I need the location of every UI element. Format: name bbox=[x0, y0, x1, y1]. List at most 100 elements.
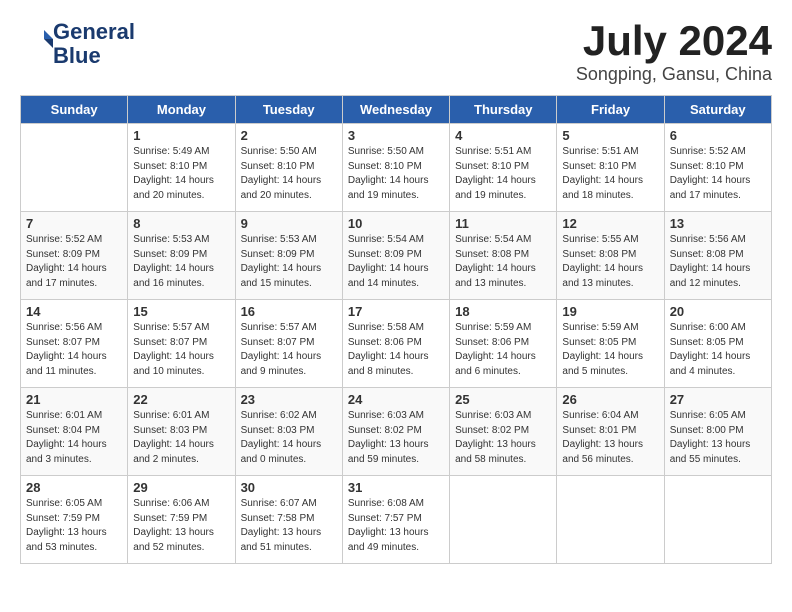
calendar-cell: 10 Sunrise: 5:54 AM Sunset: 8:09 PM Dayli… bbox=[342, 212, 449, 300]
calendar-cell: 3 Sunrise: 5:50 AM Sunset: 8:10 PM Daylig… bbox=[342, 124, 449, 212]
weekday-header-saturday: Saturday bbox=[664, 96, 771, 124]
day-info: Sunrise: 5:56 AM Sunset: 8:07 PM Dayligh… bbox=[26, 321, 122, 379]
day-number: 27 bbox=[670, 392, 766, 407]
day-number: 28 bbox=[26, 480, 122, 495]
day-info: Sunrise: 5:56 AM Sunset: 8:08 PM Dayligh… bbox=[670, 233, 766, 291]
calendar-cell: 26Sunrise: 6:04 AM Sunset: 8:01 PM Dayli… bbox=[557, 388, 664, 476]
day-info: Sunrise: 6:02 AM Sunset: 8:03 PM Dayligh… bbox=[241, 409, 337, 467]
logo-text: General Blue bbox=[53, 20, 135, 68]
day-info: Sunrise: 5:52 AM Sunset: 8:09 PM Dayligh… bbox=[26, 233, 122, 291]
calendar-cell: 30 Sunrise: 6:07 AM Sunset: 7:58 PM Dayli… bbox=[235, 476, 342, 564]
title-block: July 2024 Songping, Gansu, China bbox=[576, 20, 772, 85]
day-number: 19 bbox=[562, 304, 658, 319]
calendar-cell: 18 Sunrise: 5:59 AM Sunset: 8:06 PM Dayli… bbox=[450, 300, 557, 388]
day-number: 15 bbox=[133, 304, 229, 319]
day-number: 31 bbox=[348, 480, 444, 495]
calendar-cell: 5 Sunrise: 5:51 AM Sunset: 8:10 PM Daylig… bbox=[557, 124, 664, 212]
day-info: Sunrise: 6:08 AM Sunset: 7:57 PM Dayligh… bbox=[348, 497, 444, 555]
calendar-week-2: 7 Sunrise: 5:52 AM Sunset: 8:09 PM Daylig… bbox=[21, 212, 772, 300]
calendar-week-3: 14 Sunrise: 5:56 AM Sunset: 8:07 PM Dayli… bbox=[21, 300, 772, 388]
calendar-cell: 28 Sunrise: 6:05 AM Sunset: 7:59 PM Dayli… bbox=[21, 476, 128, 564]
weekday-header-friday: Friday bbox=[557, 96, 664, 124]
day-number: 29 bbox=[133, 480, 229, 495]
day-info: Sunrise: 6:01 AM Sunset: 8:04 PM Dayligh… bbox=[26, 409, 122, 467]
calendar-cell: 1 Sunrise: 5:49 AM Sunset: 8:10 PM Daylig… bbox=[128, 124, 235, 212]
day-info: Sunrise: 6:00 AM Sunset: 8:05 PM Dayligh… bbox=[670, 321, 766, 379]
day-number: 18 bbox=[455, 304, 551, 319]
calendar-cell: 19 Sunrise: 5:59 AM Sunset: 8:05 PM Dayli… bbox=[557, 300, 664, 388]
logo: General Blue bbox=[20, 20, 135, 68]
calendar-cell: 8 Sunrise: 5:53 AM Sunset: 8:09 PM Daylig… bbox=[128, 212, 235, 300]
calendar-cell: 22Sunrise: 6:01 AM Sunset: 8:03 PM Dayli… bbox=[128, 388, 235, 476]
day-info: Sunrise: 5:54 AM Sunset: 8:08 PM Dayligh… bbox=[455, 233, 551, 291]
calendar-cell: 17Sunrise: 5:58 AM Sunset: 8:06 PM Dayli… bbox=[342, 300, 449, 388]
location: Songping, Gansu, China bbox=[576, 64, 772, 85]
day-info: Sunrise: 5:50 AM Sunset: 8:10 PM Dayligh… bbox=[348, 145, 444, 203]
calendar-cell: 20 Sunrise: 6:00 AM Sunset: 8:05 PM Dayli… bbox=[664, 300, 771, 388]
calendar-cell: 7 Sunrise: 5:52 AM Sunset: 8:09 PM Daylig… bbox=[21, 212, 128, 300]
calendar-cell bbox=[21, 124, 128, 212]
calendar-cell: 27 Sunrise: 6:05 AM Sunset: 8:00 PM Dayli… bbox=[664, 388, 771, 476]
day-number: 9 bbox=[241, 216, 337, 231]
day-info: Sunrise: 5:50 AM Sunset: 8:10 PM Dayligh… bbox=[241, 145, 337, 203]
weekday-header-wednesday: Wednesday bbox=[342, 96, 449, 124]
day-number: 12 bbox=[562, 216, 658, 231]
day-info: Sunrise: 6:01 AM Sunset: 8:03 PM Dayligh… bbox=[133, 409, 229, 467]
day-info: Sunrise: 6:05 AM Sunset: 7:59 PM Dayligh… bbox=[26, 497, 122, 555]
calendar-cell: 25Sunrise: 6:03 AM Sunset: 8:02 PM Dayli… bbox=[450, 388, 557, 476]
calendar-cell: 29 Sunrise: 6:06 AM Sunset: 7:59 PM Dayli… bbox=[128, 476, 235, 564]
day-number: 1 bbox=[133, 128, 229, 143]
calendar-cell: 2 Sunrise: 5:50 AM Sunset: 8:10 PM Daylig… bbox=[235, 124, 342, 212]
weekday-header-row: SundayMondayTuesdayWednesdayThursdayFrid… bbox=[21, 96, 772, 124]
day-number: 4 bbox=[455, 128, 551, 143]
weekday-header-sunday: Sunday bbox=[21, 96, 128, 124]
day-number: 20 bbox=[670, 304, 766, 319]
logo-icon bbox=[23, 27, 53, 57]
day-number: 6 bbox=[670, 128, 766, 143]
day-number: 30 bbox=[241, 480, 337, 495]
day-info: Sunrise: 5:59 AM Sunset: 8:05 PM Dayligh… bbox=[562, 321, 658, 379]
day-number: 8 bbox=[133, 216, 229, 231]
day-number: 16 bbox=[241, 304, 337, 319]
calendar-cell: 11Sunrise: 5:54 AM Sunset: 8:08 PM Dayli… bbox=[450, 212, 557, 300]
weekday-header-thursday: Thursday bbox=[450, 96, 557, 124]
calendar-cell: 21 Sunrise: 6:01 AM Sunset: 8:04 PM Dayli… bbox=[21, 388, 128, 476]
day-info: Sunrise: 6:04 AM Sunset: 8:01 PM Dayligh… bbox=[562, 409, 658, 467]
day-info: Sunrise: 5:58 AM Sunset: 8:06 PM Dayligh… bbox=[348, 321, 444, 379]
day-number: 13 bbox=[670, 216, 766, 231]
day-number: 14 bbox=[26, 304, 122, 319]
day-number: 21 bbox=[26, 392, 122, 407]
day-info: Sunrise: 5:57 AM Sunset: 8:07 PM Dayligh… bbox=[241, 321, 337, 379]
day-info: Sunrise: 6:03 AM Sunset: 8:02 PM Dayligh… bbox=[455, 409, 551, 467]
month-title: July 2024 bbox=[576, 20, 772, 62]
day-number: 10 bbox=[348, 216, 444, 231]
day-info: Sunrise: 5:51 AM Sunset: 8:10 PM Dayligh… bbox=[562, 145, 658, 203]
calendar-week-5: 28 Sunrise: 6:05 AM Sunset: 7:59 PM Dayli… bbox=[21, 476, 772, 564]
day-info: Sunrise: 5:53 AM Sunset: 8:09 PM Dayligh… bbox=[133, 233, 229, 291]
calendar-week-4: 21 Sunrise: 6:01 AM Sunset: 8:04 PM Dayli… bbox=[21, 388, 772, 476]
day-info: Sunrise: 5:49 AM Sunset: 8:10 PM Dayligh… bbox=[133, 145, 229, 203]
calendar-cell bbox=[664, 476, 771, 564]
day-number: 3 bbox=[348, 128, 444, 143]
calendar-cell: 24Sunrise: 6:03 AM Sunset: 8:02 PM Dayli… bbox=[342, 388, 449, 476]
day-info: Sunrise: 5:59 AM Sunset: 8:06 PM Dayligh… bbox=[455, 321, 551, 379]
calendar-cell: 12Sunrise: 5:55 AM Sunset: 8:08 PM Dayli… bbox=[557, 212, 664, 300]
day-info: Sunrise: 5:54 AM Sunset: 8:09 PM Dayligh… bbox=[348, 233, 444, 291]
day-number: 2 bbox=[241, 128, 337, 143]
calendar-cell: 31 Sunrise: 6:08 AM Sunset: 7:57 PM Dayli… bbox=[342, 476, 449, 564]
day-info: Sunrise: 6:07 AM Sunset: 7:58 PM Dayligh… bbox=[241, 497, 337, 555]
calendar-table: SundayMondayTuesdayWednesdayThursdayFrid… bbox=[20, 95, 772, 564]
day-info: Sunrise: 5:57 AM Sunset: 8:07 PM Dayligh… bbox=[133, 321, 229, 379]
calendar-cell: 23Sunrise: 6:02 AM Sunset: 8:03 PM Dayli… bbox=[235, 388, 342, 476]
day-info: Sunrise: 6:05 AM Sunset: 8:00 PM Dayligh… bbox=[670, 409, 766, 467]
calendar-cell bbox=[450, 476, 557, 564]
calendar-cell bbox=[557, 476, 664, 564]
calendar-cell: 15 Sunrise: 5:57 AM Sunset: 8:07 PM Dayli… bbox=[128, 300, 235, 388]
calendar-cell: 4Sunrise: 5:51 AM Sunset: 8:10 PM Daylig… bbox=[450, 124, 557, 212]
day-number: 7 bbox=[26, 216, 122, 231]
calendar-cell: 14 Sunrise: 5:56 AM Sunset: 8:07 PM Dayli… bbox=[21, 300, 128, 388]
calendar-cell: 13 Sunrise: 5:56 AM Sunset: 8:08 PM Dayli… bbox=[664, 212, 771, 300]
day-number: 5 bbox=[562, 128, 658, 143]
day-info: Sunrise: 6:06 AM Sunset: 7:59 PM Dayligh… bbox=[133, 497, 229, 555]
page-header: General Blue July 2024 Songping, Gansu, … bbox=[20, 20, 772, 85]
